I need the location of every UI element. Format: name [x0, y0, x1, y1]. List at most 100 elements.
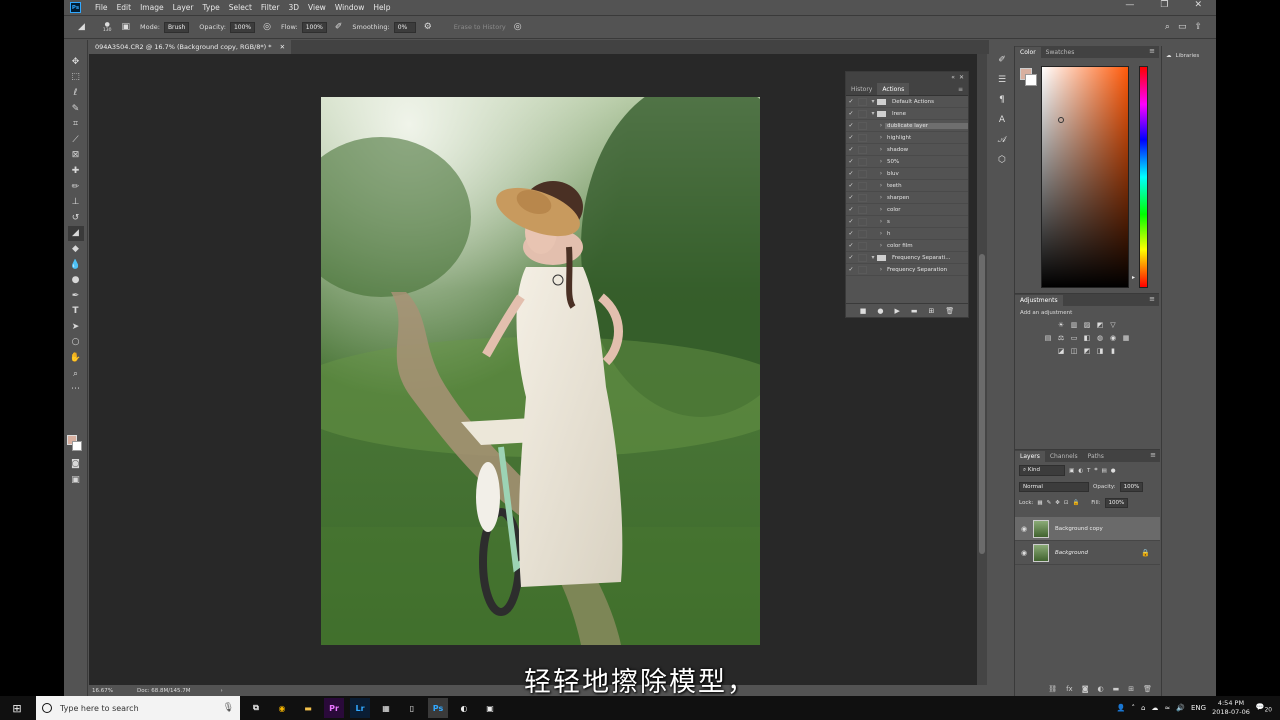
- panel-menu-icon[interactable]: ≡: [1149, 47, 1155, 55]
- adjust-sliders-icon[interactable]: ☰: [995, 73, 1009, 87]
- new-action-icon[interactable]: ⊞: [928, 307, 934, 315]
- tab-swatches[interactable]: Swatches: [1041, 47, 1080, 58]
- exposure-icon[interactable]: ◩: [1095, 320, 1105, 330]
- edge-icon[interactable]: ◐: [454, 698, 474, 718]
- chevron-right-icon[interactable]: ›: [877, 122, 885, 129]
- ps-logo[interactable]: Ps: [70, 2, 81, 13]
- layer-name[interactable]: Background: [1055, 550, 1088, 556]
- menu-window[interactable]: Window: [335, 3, 365, 12]
- color-background-swatch[interactable]: [1025, 74, 1037, 86]
- filter-pixel-icon[interactable]: ▣: [1069, 468, 1074, 474]
- eraser-tool-icon[interactable]: ◢: [67, 225, 84, 242]
- action-row[interactable]: ✓ › h: [846, 228, 968, 240]
- notification-icon[interactable]: 💬20: [1256, 703, 1272, 713]
- curves-icon[interactable]: ▨: [1082, 320, 1092, 330]
- windows-start-icon[interactable]: ⊞: [6, 702, 28, 715]
- quick-mask-icon[interactable]: ◙: [68, 456, 84, 472]
- chevron-right-icon[interactable]: ›: [877, 146, 885, 153]
- gear-icon[interactable]: ⚙: [424, 22, 432, 32]
- action-row[interactable]: ✓ › color: [846, 204, 968, 216]
- panel-menu-icon[interactable]: ≡: [1149, 295, 1155, 303]
- chevron-up-icon[interactable]: ˄: [1131, 704, 1135, 712]
- lock-icon[interactable]: 🔒: [1141, 549, 1150, 557]
- black-white-icon[interactable]: ◧: [1082, 333, 1092, 343]
- menu-image[interactable]: Image: [140, 3, 164, 12]
- restore-icon[interactable]: ❐: [1160, 0, 1168, 10]
- chevron-right-icon[interactable]: ›: [877, 182, 885, 189]
- document-icon[interactable]: ▯: [402, 698, 422, 718]
- tab-paths[interactable]: Paths: [1083, 451, 1109, 462]
- clone-stamp-tool-icon[interactable]: ⊥: [68, 194, 84, 210]
- menu-edit[interactable]: Edit: [117, 3, 132, 12]
- zoom-tool-icon[interactable]: ⌕: [68, 366, 84, 382]
- action-check-icon[interactable]: ✓: [846, 194, 856, 201]
- chevron-right-icon[interactable]: ›: [877, 170, 885, 177]
- dialog-toggle[interactable]: [858, 157, 867, 166]
- chevron-down-icon[interactable]: ▾: [869, 254, 877, 261]
- dialog-toggle[interactable]: [858, 145, 867, 154]
- action-check-icon[interactable]: ✓: [846, 110, 856, 117]
- color-picker-ring[interactable]: [1058, 117, 1064, 123]
- chevron-right-icon[interactable]: ›: [877, 242, 885, 249]
- airbrush-icon[interactable]: ✐: [335, 22, 343, 32]
- history-brush-tool-icon[interactable]: ↺: [68, 210, 84, 226]
- tab-adjustments[interactable]: Adjustments: [1015, 294, 1063, 306]
- scrollbar-thumb[interactable]: [979, 254, 985, 554]
- action-check-icon[interactable]: ✓: [846, 254, 856, 261]
- collapse-panel-icon[interactable]: «: [951, 74, 955, 81]
- frame-tool-icon[interactable]: ⊠: [68, 148, 84, 164]
- dialog-toggle[interactable]: [858, 229, 867, 238]
- pressure-opacity-icon[interactable]: ◎: [263, 22, 271, 32]
- erase-to-history-checkbox[interactable]: Erase to History: [454, 23, 506, 31]
- taskbar-search[interactable]: Type here to search 🎙: [36, 696, 240, 720]
- lock-transparent-icon[interactable]: ▦: [1037, 500, 1042, 506]
- person-icon[interactable]: 👤: [1117, 704, 1126, 712]
- eraser-icon[interactable]: ◢: [78, 22, 85, 32]
- photo-canvas[interactable]: [321, 97, 760, 645]
- crop-tool-icon[interactable]: ⌗: [68, 116, 84, 132]
- libraries-button[interactable]: ☁ Libraries: [1162, 46, 1216, 66]
- levels-icon[interactable]: ▥: [1069, 320, 1079, 330]
- eye-icon[interactable]: ◉: [1015, 525, 1033, 533]
- selective-color-icon[interactable]: ◨: [1095, 346, 1105, 356]
- menu-3d[interactable]: 3D: [288, 3, 299, 12]
- dialog-toggle[interactable]: [858, 181, 867, 190]
- close-icon[interactable]: ✕: [1194, 0, 1202, 10]
- chevron-right-icon[interactable]: ›: [877, 206, 885, 213]
- lock-pixels-icon[interactable]: ✎: [1047, 500, 1052, 506]
- stop-icon[interactable]: ■: [860, 307, 867, 315]
- ellipse-tool-icon[interactable]: ○: [68, 335, 84, 351]
- action-row[interactable]: ✓ ▾ Frequency Separati...: [846, 252, 968, 264]
- pressure-size-icon[interactable]: ◎: [514, 22, 522, 32]
- flow-input[interactable]: 100%: [301, 21, 327, 33]
- lock-all-icon[interactable]: 🔒: [1072, 500, 1079, 506]
- action-row[interactable]: ✓ › sharpen: [846, 192, 968, 204]
- close-tab-icon[interactable]: ✕: [280, 43, 285, 51]
- brightness-contrast-icon[interactable]: ☀: [1056, 320, 1066, 330]
- lock-position-icon[interactable]: ✥: [1055, 500, 1060, 506]
- brush-settings-icon[interactable]: ▣: [122, 22, 131, 32]
- action-row[interactable]: ✓ › shadow: [846, 144, 968, 156]
- hand-tool-icon[interactable]: ✋: [68, 350, 84, 366]
- language-indicator[interactable]: ENG: [1191, 704, 1206, 712]
- dialog-toggle[interactable]: [858, 253, 867, 262]
- hue-slider[interactable]: [1139, 66, 1148, 288]
- layer-name[interactable]: Background copy: [1055, 526, 1103, 532]
- canvas-area[interactable]: [89, 54, 977, 685]
- action-check-icon[interactable]: ✓: [846, 266, 856, 273]
- invert-icon[interactable]: ◪: [1056, 346, 1066, 356]
- dodge-tool-icon[interactable]: ●: [68, 272, 84, 288]
- action-row[interactable]: ✓ › bluv: [846, 168, 968, 180]
- healing-brush-tool-icon[interactable]: ✚: [68, 163, 84, 179]
- color-picker-field[interactable]: [1041, 66, 1129, 288]
- mode-select[interactable]: Brush: [163, 21, 190, 33]
- menu-view[interactable]: View: [308, 3, 326, 12]
- panel-menu-icon[interactable]: ≡: [1150, 451, 1156, 459]
- microphone-icon[interactable]: 🎙: [223, 703, 234, 713]
- path-selection-tool-icon[interactable]: ➤: [68, 319, 84, 335]
- vibrance-icon[interactable]: ▤: [1043, 333, 1053, 343]
- volume-icon[interactable]: 🔊: [1176, 704, 1185, 712]
- color-lookup-icon[interactable]: ▦: [1121, 333, 1131, 343]
- filter-adjustment-icon[interactable]: ◐: [1078, 468, 1083, 474]
- record-icon[interactable]: ●: [877, 307, 883, 315]
